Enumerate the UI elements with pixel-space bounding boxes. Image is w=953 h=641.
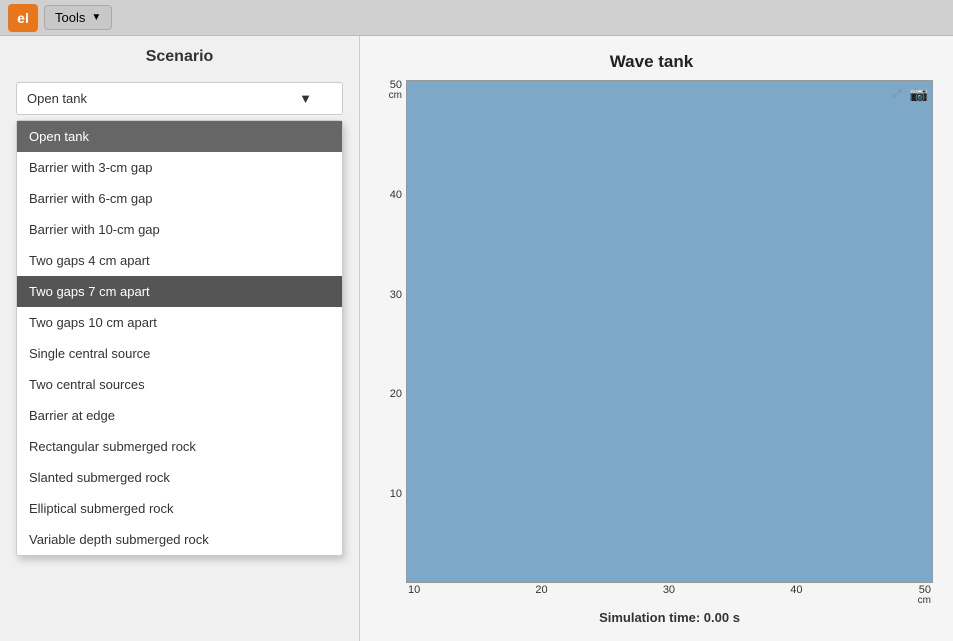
dropdown-item-two-gaps-4cm[interactable]: Two gaps 4 cm apart [17,245,342,276]
dropdown-item-barrier-6cm[interactable]: Barrier with 6-cm gap [17,183,342,214]
dropdown-item-variable-depth-submerged-rock[interactable]: Variable depth submerged rock [17,524,342,555]
chart-area: ⤢ 📷 10 20 30 40 50 cm [406,80,933,625]
scenario-dropdown-container: Open tank ▼ Open tank Barrier with 3-cm … [16,82,343,115]
camera-icon[interactable]: 📷 [910,85,928,103]
y-axis: 50 cm 40 30 20 10 0 [370,80,406,625]
tools-button[interactable]: Tools ▼ [44,5,112,30]
dropdown-item-two-gaps-10cm[interactable]: Two gaps 10 cm apart [17,307,342,338]
dropdown-item-slanted-submerged-rock[interactable]: Slanted submerged rock [17,462,342,493]
y-tick-10: 10 [390,489,402,500]
dropdown-item-rectangular-submerged-rock[interactable]: Rectangular submerged rock [17,431,342,462]
dropdown-selected-value: Open tank [27,91,87,106]
x-tick-10: 10 [408,585,420,606]
scenario-title: Scenario [16,48,343,66]
dropdown-item-barrier-10cm[interactable]: Barrier with 10-cm gap [17,214,342,245]
dropdown-item-barrier-3cm[interactable]: Barrier with 3-cm gap [17,152,342,183]
scenario-dropdown-menu: Open tank Barrier with 3-cm gap Barrier … [16,120,343,556]
left-panel: Scenario Open tank ▼ Open tank Barrier w… [0,36,360,641]
y-tick-20: 20 [390,389,402,400]
logo: el [8,4,38,32]
main-container: Scenario Open tank ▼ Open tank Barrier w… [0,36,953,641]
x-tick-40: 40 [790,585,802,606]
x-tick-30: 30 [663,585,675,606]
dropdown-item-barrier-at-edge[interactable]: Barrier at edge [17,400,342,431]
chart-title: Wave tank [370,52,933,72]
chart-wrapper: 50 cm 40 30 20 10 0 ⤢ 📷 [370,80,933,625]
scenario-dropdown-trigger[interactable]: Open tank ▼ [16,82,343,115]
y-tick-40: 40 [390,190,402,201]
x-unit: cm [918,596,931,606]
dropdown-chevron-icon: ▼ [299,91,312,106]
dropdown-item-two-central-sources[interactable]: Two central sources [17,369,342,400]
expand-icon[interactable]: ⤢ [888,85,906,103]
simulation-time: Simulation time: 0.00 s [406,610,933,625]
chart-controls: ⤢ 📷 [884,81,932,107]
dropdown-item-open-tank[interactable]: Open tank [17,121,342,152]
right-panel: Wave tank 50 cm 40 30 20 10 0 [360,36,953,641]
y-unit: cm [389,91,402,101]
chevron-down-icon: ▼ [91,12,101,23]
x-axis-ticks: 10 20 30 40 50 cm [406,583,933,606]
dropdown-item-single-central-source[interactable]: Single central source [17,338,342,369]
wave-tank: ⤢ 📷 [406,80,933,583]
chart-inner: ⤢ 📷 [406,80,933,583]
x-tick-20: 20 [535,585,547,606]
dropdown-item-two-gaps-7cm[interactable]: Two gaps 7 cm apart [17,276,342,307]
dropdown-item-elliptical-submerged-rock[interactable]: Elliptical submerged rock [17,493,342,524]
top-bar: el Tools ▼ [0,0,953,36]
y-tick-30: 30 [390,290,402,301]
